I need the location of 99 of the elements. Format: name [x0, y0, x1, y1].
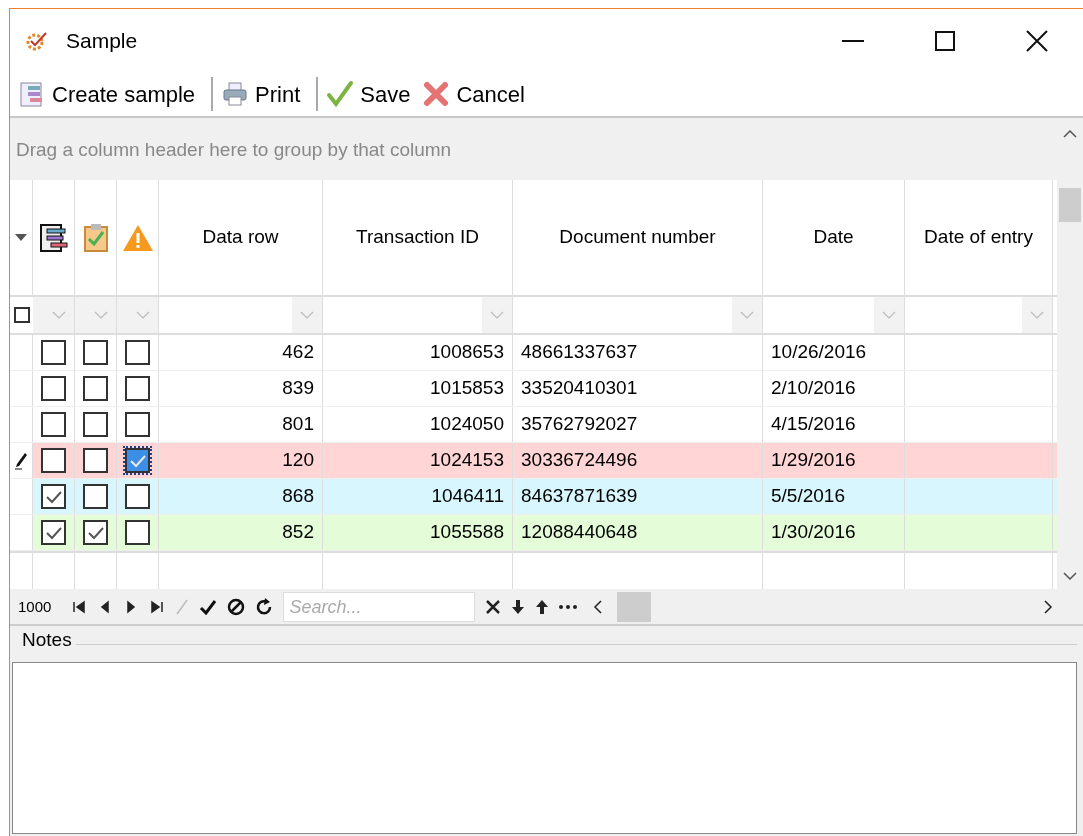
- table-cell-text: 4/15/2016: [771, 412, 856, 437]
- checkbox[interactable]: [83, 340, 108, 365]
- chevron-down-icon: [740, 311, 754, 319]
- printer-icon: [221, 80, 250, 108]
- group-label: Notes: [21, 627, 73, 652]
- check-icon: [326, 80, 355, 108]
- table-cell-text: 5/5/2016: [771, 484, 845, 509]
- up-arrow-icon[interactable]: [535, 599, 550, 615]
- table-cell-text: 868: [282, 484, 314, 509]
- table-cell-text: 48661337637: [521, 340, 638, 365]
- column-header[interactable]: Data row: [159, 180, 323, 295]
- column-header[interactable]: Transaction ID: [323, 180, 513, 295]
- warning-icon: [121, 223, 154, 252]
- table-cell-text: 84637871639: [521, 484, 638, 509]
- chevron-right-icon[interactable]: [1043, 599, 1053, 615]
- column-header[interactable]: Document number: [513, 180, 763, 295]
- checkbox[interactable]: [83, 448, 108, 473]
- check-icon: [128, 453, 147, 468]
- table-cell-text: 1/29/2016: [771, 448, 856, 473]
- checkbox[interactable]: [125, 340, 150, 365]
- notes-field[interactable]: [12, 662, 1077, 834]
- down-arrow-icon[interactable]: [511, 599, 526, 615]
- outline-icon: [38, 222, 69, 253]
- first-icon[interactable]: [71, 599, 88, 615]
- record-count: 1000: [18, 596, 52, 617]
- chevron-down-icon: [94, 311, 108, 319]
- check-icon: [86, 525, 105, 540]
- checkbox[interactable]: [125, 376, 150, 401]
- close-icon: [1026, 29, 1048, 52]
- table-cell-text: 33520410301: [521, 376, 638, 401]
- checkbox[interactable]: [41, 340, 66, 365]
- toolbar-button[interactable]: Print: [219, 77, 303, 111]
- clear-icon[interactable]: [485, 599, 502, 615]
- checkbox[interactable]: [125, 484, 150, 509]
- chevron-down-icon: [136, 311, 150, 319]
- chevron-up-icon[interactable]: [1063, 130, 1077, 138]
- checkbox[interactable]: [13, 307, 30, 323]
- table-row[interactable]: 120 1024153 30336724496 1/29/2016: [10, 443, 1057, 479]
- maximize-icon: [935, 30, 955, 51]
- chevron-down-icon: [300, 311, 314, 319]
- table-cell-text: 839: [282, 376, 314, 401]
- scrollbar-thumb[interactable]: [1059, 188, 1081, 222]
- checkbox[interactable]: [41, 520, 66, 545]
- check-icon: [44, 525, 63, 540]
- table-cell-text: 1055588: [430, 520, 504, 545]
- checkbox[interactable]: [41, 376, 66, 401]
- cancel-icon[interactable]: [227, 598, 246, 616]
- close-icon: [422, 80, 451, 108]
- table-cell-text: 1015853: [430, 376, 504, 401]
- toolbar-button[interactable]: Create sample: [16, 77, 198, 111]
- table-cell-text: 30336724496: [521, 448, 638, 473]
- table-cell-text: 1/30/2016: [771, 520, 856, 545]
- refresh-icon[interactable]: [255, 598, 274, 616]
- chevron-left-icon[interactable]: [593, 599, 604, 615]
- table-cell-text: 35762792027: [521, 412, 638, 437]
- clipboard-icon: [82, 222, 109, 253]
- table-cell-text: 1024153: [430, 448, 504, 473]
- column-header[interactable]: Date of entry: [905, 180, 1053, 295]
- table-cell-text: 120: [282, 448, 314, 473]
- table-cell-text: 2/10/2016: [771, 376, 856, 401]
- checkbox[interactable]: [41, 484, 66, 509]
- check-icon[interactable]: [199, 599, 218, 615]
- toolbar-button[interactable]: Save: [324, 77, 413, 111]
- toolbar-button[interactable]: Cancel: [420, 77, 527, 111]
- checkbox[interactable]: [125, 412, 150, 437]
- chevron-down-icon: [882, 311, 896, 319]
- search-field[interactable]: Search...: [283, 592, 476, 622]
- chevron-down-icon: [52, 311, 66, 319]
- table-row[interactable]: 852 1055588 12088440648 1/30/2016: [10, 515, 1057, 551]
- table-row[interactable]: 839 1015853 33520410301 2/10/2016: [10, 371, 1057, 407]
- table-cell-text: 462: [282, 340, 314, 365]
- checkbox[interactable]: [41, 448, 66, 473]
- table-row[interactable]: 801 1024050 35762792027 4/15/2016: [10, 407, 1057, 443]
- checkbox[interactable]: [83, 376, 108, 401]
- chevron-down-icon: [1030, 311, 1044, 319]
- column-header[interactable]: Date: [763, 180, 905, 295]
- chevron-down-icon: [490, 311, 504, 319]
- table-cell-text: 852: [282, 520, 314, 545]
- table-cell-text: 1024050: [430, 412, 504, 437]
- last-icon[interactable]: [149, 599, 166, 615]
- checkbox[interactable]: [83, 520, 108, 545]
- checkbox[interactable]: [83, 484, 108, 509]
- caret-icon[interactable]: [15, 234, 27, 241]
- table-row[interactable]: 868 1046411 84637871639 5/5/2016: [10, 479, 1057, 515]
- check-icon: [44, 489, 63, 504]
- table-cell-text: 10/26/2016: [771, 340, 867, 365]
- window-title: Sample: [66, 27, 138, 54]
- table-cell-text: 12088440648: [521, 520, 638, 545]
- checkbox[interactable]: [83, 412, 108, 437]
- checkbox[interactable]: [41, 412, 66, 437]
- scrollbar-thumb[interactable]: [617, 592, 652, 622]
- chevron-down-icon[interactable]: [1063, 572, 1077, 580]
- table-row[interactable]: 462 1008653 48661337637 10/26/2016: [10, 335, 1057, 371]
- minimize-icon: [842, 39, 864, 42]
- table-cell-text: 1008653: [430, 340, 504, 365]
- table-cell-text: 801: [282, 412, 314, 437]
- table-cell-text: 1046411: [431, 484, 504, 509]
- checkbox[interactable]: [125, 520, 150, 545]
- more-icon[interactable]: [559, 605, 578, 609]
